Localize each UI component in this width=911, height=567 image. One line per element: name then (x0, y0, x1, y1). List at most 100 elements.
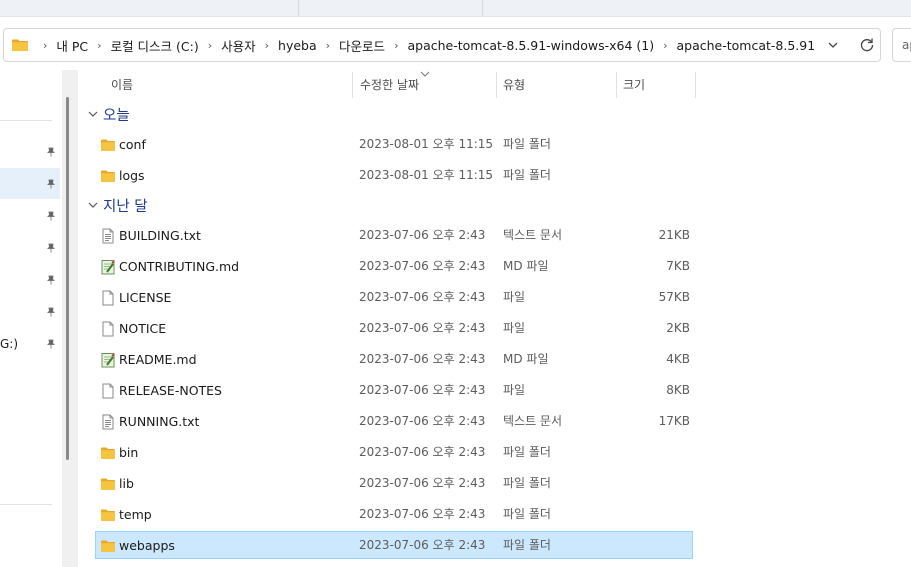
file-type: 텍스트 문서 (503, 228, 563, 242)
group-header-label: 오늘 (103, 107, 130, 124)
folder-icon (101, 447, 115, 459)
nav-scrollbar-thumb[interactable] (66, 97, 69, 460)
file-row[interactable]: logs 2023-08-01 오후 11:15 파일 폴더 (95, 161, 693, 189)
file-row[interactable]: lib 2023-07-06 오후 2:43 파일 폴더 (95, 469, 693, 497)
pin-icon[interactable] (46, 275, 56, 285)
markdown-file-icon (101, 353, 115, 368)
breadcrumb-separator: › (43, 38, 48, 52)
nav-item-drive-label[interactable]: G:) (0, 337, 18, 351)
breadcrumb-separator: › (207, 38, 213, 52)
sort-descending-icon (420, 71, 430, 77)
breadcrumb-item[interactable]: 다운로드 (337, 36, 387, 55)
search-input[interactable]: ap (892, 28, 911, 62)
tab-strip (0, 0, 911, 16)
breadcrumb-item[interactable]: 로컬 디스크 (C:) (109, 36, 201, 55)
file-date: 2023-07-06 오후 2:43 (359, 259, 486, 273)
pin-icon[interactable] (46, 307, 56, 317)
file-type: 텍스트 문서 (503, 414, 563, 428)
file-date: 2023-07-06 오후 2:43 (359, 538, 486, 552)
file-row[interactable]: bin 2023-07-06 오후 2:43 파일 폴더 (95, 438, 693, 466)
column-header-name[interactable]: 이름 (111, 72, 133, 98)
column-divider[interactable] (496, 72, 497, 98)
file-date: 2023-07-06 오후 2:43 (359, 507, 486, 521)
file-row[interactable]: BUILDING.txt 2023-07-06 오후 2:43 텍스트 문서 21KB (95, 221, 693, 249)
column-header-type[interactable]: 유형 (503, 72, 525, 98)
folder-icon (12, 39, 28, 51)
breadcrumb-item[interactable]: hyeba (276, 38, 319, 53)
file-row[interactable]: LICENSE 2023-07-06 오후 2:43 파일 57KB (95, 283, 693, 311)
file-row[interactable]: conf 2023-08-01 오후 11:15 파일 폴더 (95, 130, 693, 158)
file-name: CONTRIBUTING.md (119, 259, 240, 274)
file-type: 파일 폴더 (503, 507, 551, 521)
file-name: webapps (119, 538, 175, 553)
file-date: 2023-07-06 오후 2:43 (359, 290, 486, 304)
folder-icon (101, 540, 115, 552)
file-date: 2023-07-06 오후 2:43 (359, 228, 486, 242)
tab-divider (482, 0, 483, 16)
file-size: 17KB (658, 414, 690, 428)
file-list: 이름 수정한 날짜 유형 크기 오늘 conf 2023-08-01 오후 11:1… (80, 70, 911, 567)
pin-icon[interactable] (46, 243, 56, 253)
file-type: 파일 폴더 (503, 168, 551, 182)
folder-icon (101, 139, 115, 151)
nav-scrollbar-track[interactable] (62, 70, 78, 567)
file-size: 57KB (658, 290, 690, 304)
chevron-down-icon[interactable] (826, 38, 840, 52)
breadcrumb: › 내 PC › 로컬 디스크 (C:) › 사용자 › hyeba › 다운로… (12, 29, 817, 61)
breadcrumb-item[interactable]: apache-tomcat-8.5.91-windows-x64 (1) (405, 38, 656, 53)
pin-icon[interactable] (46, 211, 56, 221)
pin-icon[interactable] (46, 339, 56, 349)
group-header[interactable]: 오늘 (88, 103, 130, 125)
breadcrumb-item[interactable]: 사용자 (219, 36, 258, 55)
group-header-label: 지난 달 (103, 198, 148, 215)
folder-icon (101, 478, 115, 490)
column-header-date[interactable]: 수정한 날짜 (360, 72, 419, 98)
file-type: 파일 폴더 (503, 476, 551, 490)
chevron-down-icon (88, 111, 98, 117)
file-date: 2023-07-06 오후 2:43 (359, 383, 486, 397)
pin-icon[interactable] (46, 179, 56, 189)
file-type: 파일 (503, 321, 526, 335)
file-name: RELEASE-NOTES (119, 383, 222, 398)
file-row[interactable]: CONTRIBUTING.md 2023-07-06 오후 2:43 MD 파일 7K… (95, 252, 693, 280)
blank-file-icon (102, 290, 114, 306)
file-type: 파일 폴더 (503, 538, 551, 552)
file-row[interactable]: temp 2023-07-06 오후 2:43 파일 폴더 (95, 500, 693, 528)
breadcrumb-item[interactable]: 내 PC (54, 36, 90, 55)
file-date: 2023-07-06 오후 2:43 (359, 445, 486, 459)
file-date: 2023-07-06 오후 2:43 (359, 352, 486, 366)
text-file-icon (102, 228, 114, 244)
folder-icon (101, 170, 115, 182)
breadcrumb-item-current[interactable]: apache-tomcat-8.5.91 (675, 38, 818, 53)
blank-file-icon (102, 321, 114, 337)
file-size: 2KB (666, 321, 690, 335)
column-divider[interactable] (695, 72, 696, 98)
file-type: MD 파일 (503, 259, 549, 273)
file-row[interactable]: NOTICE 2023-07-06 오후 2:43 파일 2KB (95, 314, 693, 342)
search-placeholder: ap (902, 38, 911, 52)
column-divider[interactable] (352, 72, 353, 98)
file-row[interactable]: README.md 2023-07-06 오후 2:43 MD 파일 4KB (95, 345, 693, 373)
file-row[interactable]: RUNNING.txt 2023-07-06 오후 2:43 텍스트 문서 17KB (95, 407, 693, 435)
file-name: temp (119, 507, 152, 522)
breadcrumb-separator: › (325, 38, 331, 52)
pin-icon[interactable] (46, 147, 56, 157)
file-type: 파일 폴더 (503, 137, 551, 151)
address-bar[interactable]: › 내 PC › 로컬 디스크 (C:) › 사용자 › hyeba › 다운로… (3, 28, 881, 62)
folder-icon (101, 509, 115, 521)
breadcrumb-separator: › (663, 38, 668, 52)
group-header[interactable]: 지난 달 (88, 194, 148, 216)
column-divider[interactable] (616, 72, 617, 98)
file-date: 2023-08-01 오후 11:15 (359, 168, 494, 182)
tab-divider (298, 0, 299, 16)
text-file-icon (102, 414, 114, 430)
file-name: LICENSE (119, 290, 172, 305)
refresh-icon[interactable] (859, 37, 875, 53)
breadcrumb-separator: › (97, 38, 102, 52)
file-row[interactable]: RELEASE-NOTES 2023-07-06 오후 2:43 파일 8KB (95, 376, 693, 404)
file-name: RUNNING.txt (119, 414, 200, 429)
blank-file-icon (102, 383, 114, 399)
file-size: 7KB (666, 259, 690, 273)
column-header-size[interactable]: 크기 (623, 72, 645, 98)
file-row[interactable]: webapps 2023-07-06 오후 2:43 파일 폴더 (95, 531, 693, 559)
